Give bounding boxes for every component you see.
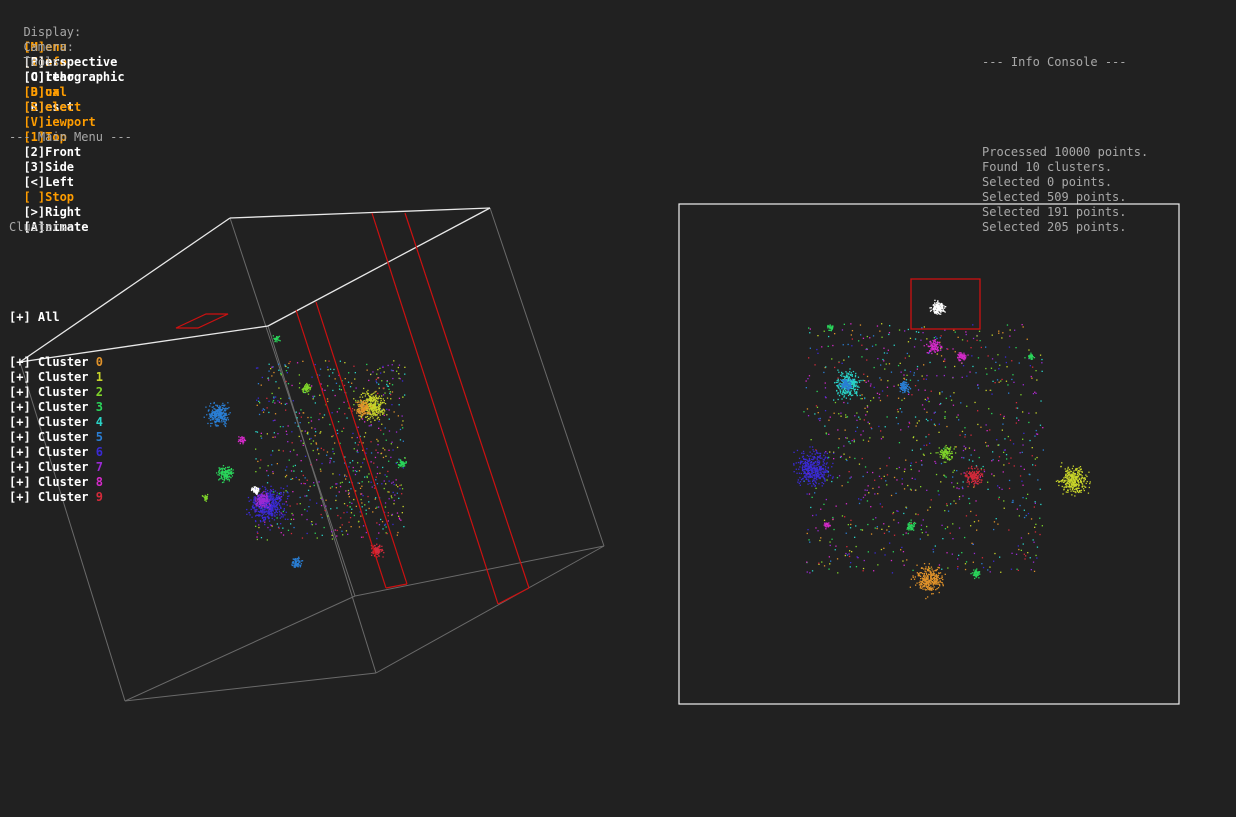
- cluster-toggle: [+]: [9, 415, 31, 429]
- cluster-label: Cluster: [37, 385, 89, 399]
- cluster-toggle: [+]: [9, 445, 31, 459]
- cluster-id: 2: [95, 385, 103, 399]
- cluster-id: 8: [95, 475, 103, 489]
- console-line: Processed 10000 points.: [982, 145, 1149, 159]
- cluster-label: Cluster: [37, 370, 89, 384]
- cluster-id: 6: [95, 445, 103, 459]
- cluster-toggle: [+]: [9, 460, 31, 474]
- menu-title: --- Main Menu ---: [9, 130, 132, 144]
- cluster-item-0[interactable]: [+] Cluster 0: [9, 355, 132, 370]
- top-viewport[interactable]: [678, 203, 1180, 705]
- cluster-list: [+] Cluster 0 [+] Cluster 1 [+] Cluster 2[…: [9, 355, 132, 505]
- cluster-item-8[interactable]: [+] Cluster 8: [9, 475, 132, 490]
- cluster-item-1[interactable]: [+] Cluster 1: [9, 370, 132, 385]
- cluster-id: 3: [95, 400, 103, 414]
- cluster-item-9[interactable]: [+] Cluster 9: [9, 490, 132, 505]
- console-line: Selected 205 points.: [982, 220, 1127, 234]
- cluster-item-7[interactable]: [+] Cluster 7: [9, 460, 132, 475]
- cluster-id: 7: [95, 460, 103, 474]
- cluster-label: Cluster: [37, 445, 89, 459]
- cluster-item-all[interactable]: [+] All: [9, 310, 132, 325]
- cluster-label: Cluster: [37, 355, 89, 369]
- console-line: Found 10 clusters.: [982, 160, 1113, 174]
- cluster-id: 0: [95, 355, 103, 369]
- clusters-label: Clusters:: [9, 220, 75, 234]
- point-cloud-top: [793, 299, 1091, 600]
- cluster-toggle: [+]: [9, 490, 31, 504]
- cluster-toggle: [+]: [9, 430, 31, 444]
- cluster-id: 4: [95, 415, 103, 429]
- cluster-label: Cluster: [37, 400, 89, 414]
- cluster-label: Cluster: [37, 415, 89, 429]
- cluster-item-6[interactable]: [+] Cluster 6: [9, 445, 132, 460]
- cluster-item-5[interactable]: [+] Cluster 5: [9, 430, 132, 445]
- console-title: --- Info Console ---: [982, 55, 1127, 69]
- cluster-label: Cluster: [37, 490, 89, 504]
- cluster-toggle: [+]: [9, 370, 31, 384]
- cluster-item-4[interactable]: [+] Cluster 4: [9, 415, 132, 430]
- selection-rectangle[interactable]: [910, 278, 981, 330]
- cluster-item-2[interactable]: [+] Cluster 2: [9, 385, 132, 400]
- info-console: --- Info Console --- Processed 10000 poi…: [982, 25, 1148, 250]
- cluster-label: Cluster: [37, 430, 89, 444]
- cluster-toggle: [+]: [9, 385, 31, 399]
- cluster-toggle: [+]: [9, 400, 31, 414]
- cluster-id: 9: [95, 490, 103, 504]
- cluster-item-3[interactable]: [+] Cluster 3: [9, 400, 132, 415]
- cluster-label: Cluster: [37, 460, 89, 474]
- main-menu: --- Main Menu --- Clusters: [+] All [+] …: [9, 100, 132, 520]
- cluster-toggle: [+]: [9, 355, 31, 369]
- console-line: Selected 509 points.: [982, 190, 1127, 204]
- console-line: Selected 191 points.: [982, 205, 1127, 219]
- cluster-id: 1: [95, 370, 103, 384]
- point-cloud-3d: [201, 335, 407, 568]
- cluster-label: Cluster: [37, 475, 89, 489]
- console-log: Processed 10000 points. Found 10 clusters…: [982, 145, 1148, 235]
- cluster-id: 5: [95, 430, 103, 444]
- cluster-toggle: [+]: [9, 475, 31, 489]
- console-line: Selected 0 points.: [982, 175, 1113, 189]
